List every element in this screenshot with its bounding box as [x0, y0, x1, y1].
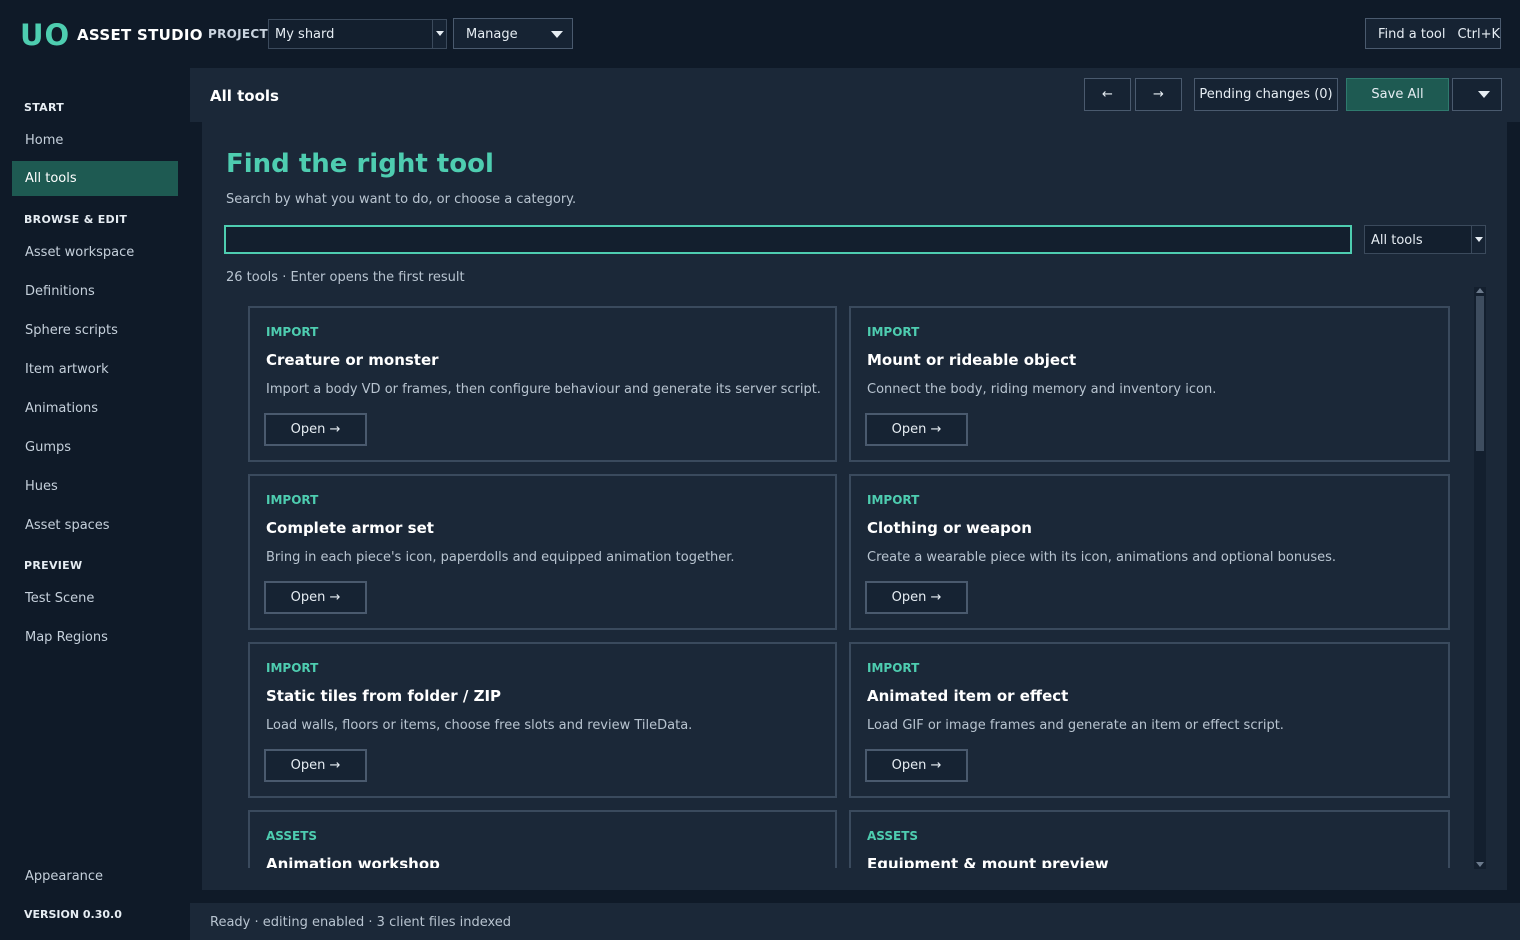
tool-card: IMPORT Animated item or effect Load GIF …: [849, 642, 1450, 798]
category-select[interactable]: All tools: [1364, 225, 1486, 254]
page-header: All tools ← → Pending changes (0) Save A…: [190, 68, 1520, 122]
tool-card-description: Load GIF or image frames and generate an…: [867, 718, 1284, 733]
tool-card: ASSETS Equipment & mount preview: [849, 810, 1450, 868]
tool-card-title: Complete armor set: [266, 519, 434, 537]
find-tool-label: Find a tool: [1378, 27, 1446, 42]
open-button[interactable]: Open →: [264, 413, 367, 446]
version-label: VERSION 0.30.0: [24, 908, 122, 921]
sidebar-item-gumps[interactable]: Gumps: [12, 430, 178, 465]
open-button[interactable]: Open →: [865, 581, 968, 614]
save-all-button[interactable]: Save All: [1346, 78, 1449, 111]
tool-card-description: Load walls, floors or items, choose free…: [266, 718, 693, 733]
result-count: 26 tools · Enter opens the first result: [226, 270, 465, 285]
sidebar-item-all-tools[interactable]: All tools: [12, 161, 178, 196]
tool-card-title: Mount or rideable object: [867, 351, 1077, 369]
open-button[interactable]: Open →: [865, 413, 968, 446]
back-button[interactable]: ←: [1084, 78, 1131, 111]
tool-card-title: Static tiles from folder / ZIP: [266, 687, 502, 705]
tool-card-category: IMPORT: [867, 325, 920, 339]
project-select-value: My shard: [275, 27, 335, 42]
forward-button[interactable]: →: [1135, 78, 1182, 111]
manage-dropdown-button[interactable]: Manage: [453, 18, 573, 49]
find-tool-button[interactable]: Find a tool Ctrl+K: [1365, 18, 1501, 49]
tool-search-input[interactable]: [224, 225, 1352, 254]
manage-label: Manage: [466, 27, 518, 42]
tool-card-title: Creature or monster: [266, 351, 439, 369]
sidebar-item-item-artwork[interactable]: Item artwork: [12, 352, 178, 387]
tool-card: IMPORT Clothing or weapon Create a weara…: [849, 474, 1450, 630]
tool-card-category: IMPORT: [266, 661, 319, 675]
tool-card-category: IMPORT: [266, 493, 319, 507]
sidebar-section-browse: BROWSE & EDIT: [24, 213, 128, 226]
scroll-thumb[interactable]: [1476, 296, 1484, 451]
page-title: All tools: [210, 87, 279, 105]
tool-card: ASSETS Animation workshop: [248, 810, 837, 868]
tool-card-description: Connect the body, riding memory and inve…: [867, 382, 1217, 397]
sidebar-item-appearance[interactable]: Appearance: [12, 859, 178, 894]
app-name: ASSET STUDIO: [77, 26, 203, 44]
sidebar-item-animations[interactable]: Animations: [12, 391, 178, 426]
tool-card-description: Create a wearable piece with its icon, a…: [867, 550, 1337, 565]
chevron-down-icon[interactable]: [432, 20, 446, 48]
hero-subtitle: Search by what you want to do, or choose…: [226, 192, 577, 207]
hero-title: Find the right tool: [226, 149, 494, 179]
caret-down-icon: [1478, 91, 1490, 98]
chevron-down-icon[interactable]: [1471, 226, 1485, 253]
tool-card-title: Clothing or weapon: [867, 519, 1032, 537]
status-text: Ready · editing enabled · 3 client files…: [210, 915, 512, 930]
scroll-down-icon[interactable]: [1476, 862, 1484, 867]
scroll-up-icon[interactable]: [1476, 288, 1484, 293]
tool-card-title: Animated item or effect: [867, 687, 1069, 705]
sidebar-item-definitions[interactable]: Definitions: [12, 274, 178, 309]
sidebar-item-hues[interactable]: Hues: [12, 469, 178, 504]
tool-card-description: Import a body VD or frames, then configu…: [266, 382, 821, 397]
tool-card: IMPORT Creature or monster Import a body…: [248, 306, 837, 462]
tool-card-title: Animation workshop: [266, 855, 440, 868]
tool-card: IMPORT Mount or rideable object Connect …: [849, 306, 1450, 462]
tool-card-category: IMPORT: [867, 493, 920, 507]
open-button[interactable]: Open →: [865, 749, 968, 782]
tool-card-category: ASSETS: [867, 829, 919, 843]
tool-card: IMPORT Static tiles from folder / ZIP Lo…: [248, 642, 837, 798]
status-bar: Ready · editing enabled · 3 client files…: [190, 903, 1520, 940]
tools-scrollbar[interactable]: [1474, 287, 1486, 869]
tool-card-category: IMPORT: [867, 661, 920, 675]
tool-card-category: IMPORT: [266, 325, 319, 339]
sidebar-section-preview: PREVIEW: [24, 559, 83, 572]
save-options-button[interactable]: [1452, 78, 1502, 111]
open-button[interactable]: Open →: [264, 749, 367, 782]
sidebar-item-home[interactable]: Home: [12, 123, 178, 158]
sidebar-item-map-regions[interactable]: Map Regions: [12, 620, 178, 655]
category-select-value: All tools: [1371, 233, 1423, 248]
caret-down-icon: [551, 31, 563, 38]
tool-card-title: Equipment & mount preview: [867, 855, 1109, 868]
main-panel: Find the right tool Search by what you w…: [202, 122, 1507, 890]
app-logo: UO: [20, 18, 71, 52]
sidebar-item-asset-workspace[interactable]: Asset workspace: [12, 235, 178, 270]
pending-changes-button[interactable]: Pending changes (0): [1194, 78, 1338, 111]
top-bar: UO ASSET STUDIO PROJECT My shard Manage …: [0, 0, 1520, 68]
tool-card: IMPORT Complete armor set Bring in each …: [248, 474, 837, 630]
sidebar-item-asset-spaces[interactable]: Asset spaces: [12, 508, 178, 543]
open-button[interactable]: Open →: [264, 581, 367, 614]
tool-card-description: Bring in each piece's icon, paperdolls a…: [266, 550, 735, 565]
project-select[interactable]: My shard: [268, 19, 447, 49]
sidebar-section-start: START: [24, 101, 65, 114]
project-label: PROJECT: [208, 27, 268, 41]
tools-grid: IMPORT Creature or monster Import a body…: [248, 306, 1454, 868]
sidebar-item-test-scene[interactable]: Test Scene: [12, 581, 178, 616]
sidebar-item-sphere-scripts[interactable]: Sphere scripts: [12, 313, 178, 348]
sidebar: START Home All tools BROWSE & EDIT Asset…: [0, 68, 190, 940]
find-tool-shortcut: Ctrl+K: [1457, 27, 1501, 42]
tool-card-category: ASSETS: [266, 829, 318, 843]
